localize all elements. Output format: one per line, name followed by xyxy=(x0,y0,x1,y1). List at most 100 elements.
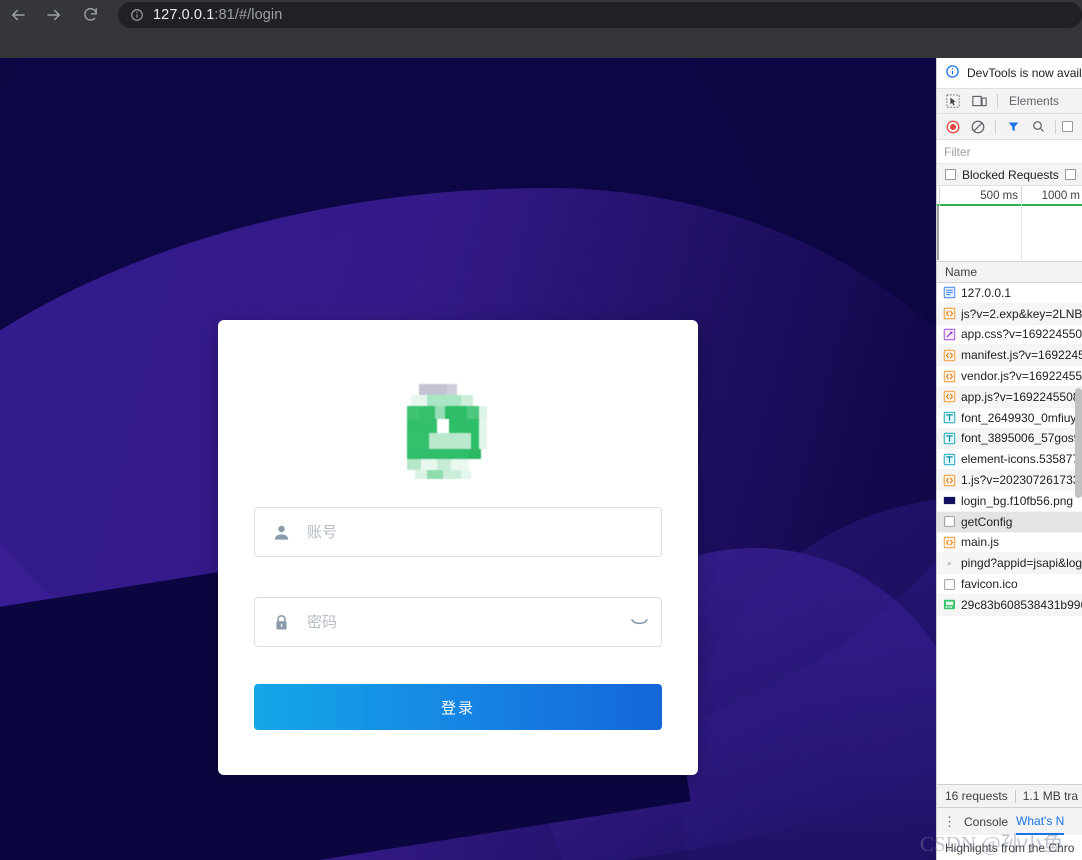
network-request-row[interactable]: main.js xyxy=(937,533,1082,554)
reload-icon[interactable] xyxy=(72,1,108,29)
tab-whats-new[interactable]: What's N xyxy=(1016,808,1065,835)
network-request-row[interactable]: font_2649930_0mfiuye xyxy=(937,408,1082,429)
request-name: pingd?appid=jsapi&log xyxy=(961,556,1082,571)
network-request-row[interactable]: element-icons.535877f xyxy=(937,449,1082,471)
url-text: 127.0.0.1:81/#/login xyxy=(153,6,283,23)
password-field[interactable] xyxy=(254,597,662,647)
forward-arrow-icon[interactable] xyxy=(36,1,72,29)
timeline-tick: 1000 m xyxy=(1021,186,1082,206)
resource-type-js-icon xyxy=(943,474,956,487)
resource-type-other-icon xyxy=(943,578,956,591)
network-timeline-overview[interactable]: 500 ms 1000 m xyxy=(937,186,1082,262)
eye-closed-icon[interactable] xyxy=(617,598,661,646)
device-toolbar-icon[interactable] xyxy=(968,91,990,112)
browser-toolbar-lower xyxy=(0,29,1082,58)
tab-elements[interactable]: Elements xyxy=(1005,94,1063,108)
network-request-row[interactable]: js?v=2.exp&key=2LNB xyxy=(937,303,1082,325)
devtools-drawer-tabs: ⋮ Console What's N xyxy=(937,807,1082,835)
network-request-row[interactable]: app.js?v=1692245508 xyxy=(937,386,1082,408)
green-pixelated-logo xyxy=(399,368,517,486)
address-bar[interactable]: 127.0.0.1:81/#/login xyxy=(118,1,1082,28)
request-name: app.css?v=1692245508 xyxy=(961,327,1082,342)
resource-type-img-green-icon xyxy=(943,598,956,611)
timeline-start-marker xyxy=(937,206,939,260)
timeline-body xyxy=(937,206,1082,260)
transferred-size: 1.1 MB tra xyxy=(1022,789,1079,803)
third-party-checkbox[interactable] xyxy=(1064,169,1076,180)
resource-type-font-icon xyxy=(943,453,956,466)
network-request-row[interactable]: getConfig xyxy=(937,511,1082,533)
network-toolbar xyxy=(937,114,1082,140)
login-page: 登录 xyxy=(0,58,936,860)
divider xyxy=(1055,119,1056,134)
tab-console[interactable]: Console xyxy=(964,815,1008,829)
login-card: 登录 xyxy=(218,320,698,775)
network-request-row[interactable]: manifest.js?v=1692245 xyxy=(937,345,1082,367)
filter-placeholder: Filter xyxy=(944,144,971,159)
resource-type-font-icon xyxy=(943,432,956,445)
devtools-tabbar: Elements xyxy=(937,89,1082,114)
network-request-row[interactable]: font_3895006_57gos9w xyxy=(937,428,1082,450)
more-vertical-icon[interactable]: ⋮ xyxy=(943,815,956,828)
clear-no-entry-icon[interactable] xyxy=(967,116,989,137)
network-request-row[interactable]: pingd?appid=jsapi&log xyxy=(937,553,1082,575)
resource-type-js-icon xyxy=(943,307,956,320)
user-icon xyxy=(255,523,307,542)
inspect-element-icon[interactable] xyxy=(942,91,964,112)
divider xyxy=(995,119,996,134)
resource-type-doc-icon xyxy=(943,286,956,299)
network-summary-bar: 16 requests 1.1 MB tra xyxy=(937,784,1082,807)
devtools-scrollbar[interactable] xyxy=(1075,388,1082,498)
browser-chrome: 127.0.0.1:81/#/login xyxy=(0,0,1082,58)
request-name: js?v=2.exp&key=2LNB xyxy=(961,306,1082,321)
network-request-list[interactable]: 127.0.0.1 js?v=2.exp&key=2LNB app.css?v=16… xyxy=(937,283,1082,616)
request-name: 29c83b608538431b996 xyxy=(961,597,1082,612)
search-icon[interactable] xyxy=(1027,116,1049,137)
network-request-row[interactable]: login_bg.f10fb56.png xyxy=(937,491,1082,512)
timeline-ticks: 500 ms 1000 m xyxy=(937,186,1082,206)
timeline-tick: 500 ms xyxy=(939,186,1021,206)
network-request-row[interactable]: vendor.js?v=169224550 xyxy=(937,366,1082,387)
resource-type-ping-icon xyxy=(943,557,956,570)
request-name: favicon.ico xyxy=(961,577,1018,592)
checkbox-icon[interactable] xyxy=(1062,121,1073,132)
password-input[interactable] xyxy=(307,613,617,631)
request-name: font_3895006_57gos9w xyxy=(961,431,1082,446)
record-circle-icon[interactable] xyxy=(942,116,964,137)
devtools-banner: DevTools is now availa xyxy=(937,58,1082,89)
filter-input[interactable]: Filter xyxy=(937,140,1082,164)
back-arrow-icon[interactable] xyxy=(0,1,36,29)
username-field[interactable] xyxy=(254,507,662,557)
whats-new-content: Highlights from the Chro xyxy=(937,835,1082,860)
login-submit-button[interactable]: 登录 xyxy=(254,684,662,730)
blocked-requests-checkbox[interactable] xyxy=(945,169,956,180)
logo-container xyxy=(218,368,698,486)
network-request-row[interactable]: 1.js?v=2023072617333 xyxy=(937,470,1082,491)
resource-type-js-icon xyxy=(943,536,956,549)
request-name: vendor.js?v=169224550 xyxy=(961,369,1082,384)
network-request-row[interactable]: favicon.ico xyxy=(937,574,1082,595)
column-header-name[interactable]: Name xyxy=(937,262,1082,283)
resource-type-other-icon xyxy=(943,515,956,528)
devtools-panel: DevTools is now availa Elements Filter B… xyxy=(936,58,1082,860)
request-count: 16 requests xyxy=(945,789,1008,803)
request-name: main.js xyxy=(961,535,1000,550)
browser-toolbar: 127.0.0.1:81/#/login xyxy=(0,0,1082,29)
network-request-row[interactable]: 29c83b608538431b996 xyxy=(937,594,1082,616)
network-request-row[interactable]: app.css?v=1692245508 xyxy=(937,325,1082,346)
resource-type-css-icon xyxy=(943,328,956,341)
network-request-row[interactable]: 127.0.0.1 xyxy=(937,283,1082,304)
info-circle-icon[interactable] xyxy=(130,8,144,22)
request-name: 127.0.0.1 xyxy=(961,285,1012,300)
username-input[interactable] xyxy=(307,523,661,541)
devtools-banner-text: DevTools is now availa xyxy=(967,66,1082,80)
filter-funnel-icon[interactable] xyxy=(1002,116,1024,137)
resource-type-js-icon xyxy=(943,349,956,362)
divider xyxy=(1014,789,1016,803)
request-name: font_2649930_0mfiuye xyxy=(961,410,1082,425)
request-name: 1.js?v=2023072617333 xyxy=(961,473,1082,488)
resource-type-img-dark-icon xyxy=(943,494,956,507)
blocked-requests-row: Blocked Requests xyxy=(937,164,1082,186)
lock-icon xyxy=(255,613,307,632)
request-name: element-icons.535877f xyxy=(961,452,1082,467)
